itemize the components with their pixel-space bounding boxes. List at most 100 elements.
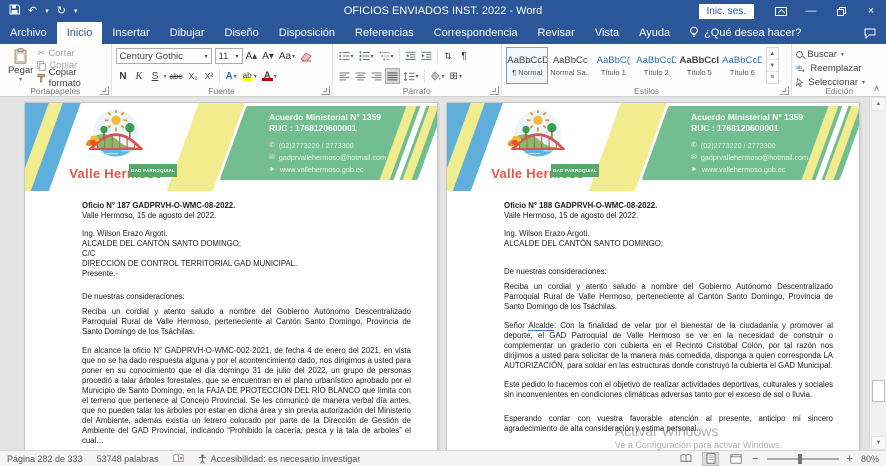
lightbulb-icon [689, 26, 699, 41]
font-color-button[interactable]: A ▾ [260, 68, 279, 84]
superscript-button[interactable]: X² [201, 68, 216, 84]
justify-button[interactable] [385, 68, 400, 84]
proofing-book-icon [173, 454, 184, 463]
accessibility-status[interactable]: Accesibilidad: es necesario investigar [198, 454, 361, 464]
style-normal[interactable]: AaBbCcD ¶ Normal [506, 47, 548, 84]
addressee-line: Ing. Wilson Erazo Argoti. [504, 229, 833, 239]
tab-diseno[interactable]: Diseño [215, 22, 269, 44]
font-name-select[interactable]: Century Gothic ▾ [116, 48, 212, 64]
tab-vista[interactable]: Vista [585, 22, 629, 44]
show-marks-button[interactable]: ¶ [457, 48, 472, 64]
tab-archivo[interactable]: Archivo [0, 22, 57, 44]
tab-disposicion[interactable]: Disposición [269, 22, 345, 44]
change-case-button[interactable]: Aa▾ [277, 48, 297, 64]
styles-scroll-down-icon[interactable]: ▼ [767, 60, 778, 72]
minimize-button[interactable]: — [796, 0, 826, 22]
sign-in-button[interactable]: Inic. ses. [699, 4, 754, 19]
close-button[interactable]: × [856, 0, 886, 22]
scroll-down-icon[interactable]: ▼ [871, 436, 886, 450]
paragraph: Señor Alcalde: Con la finalidad de velar… [504, 321, 833, 371]
style-titulo-6[interactable]: AaBbCcDc Título 6 [721, 47, 763, 84]
styles-scroll-up-icon[interactable]: ▲ [767, 48, 778, 60]
page-number-indicator[interactable]: Página 282 de 333 [7, 454, 83, 464]
web-line: www.vallehermoso.gob.ec [702, 165, 786, 176]
document-page-2[interactable]: Acuerdo Ministerial N° 1359 RUC : 176812… [447, 103, 859, 450]
bullet-list-button[interactable]: ▾ [337, 48, 356, 64]
redo-icon[interactable]: ↻ [57, 6, 66, 17]
comment-icon [864, 28, 876, 39]
replace-button[interactable]: ab Reemplazar [796, 61, 882, 75]
font-size-select[interactable]: 11 ▾ [215, 48, 243, 64]
style-titulo-1[interactable]: AaBbC( Título 1 [592, 47, 634, 84]
styles-dialog-launcher[interactable] [780, 86, 789, 95]
multilevel-list-button[interactable]: ▾ [377, 48, 396, 64]
format-painter-button[interactable]: Copiar formato [37, 72, 106, 84]
underline-button[interactable]: S [148, 68, 163, 84]
restore-button[interactable] [826, 0, 856, 22]
tab-insertar[interactable]: Insertar [102, 22, 159, 44]
read-mode-button[interactable] [677, 452, 694, 466]
zoom-in-button[interactable]: + [847, 453, 853, 465]
scrollbar-thumb[interactable] [872, 380, 885, 402]
addressee-line: Ing. Wilson Erazo Argoti. [82, 229, 411, 239]
decrease-indent-button[interactable] [403, 48, 418, 64]
word-count-indicator[interactable]: 53748 palabras [97, 454, 159, 464]
proofing-status[interactable] [173, 454, 184, 463]
clear-formatting-button[interactable] [298, 48, 314, 64]
align-left-button[interactable] [337, 68, 352, 84]
scroll-up-icon[interactable]: ▲ [871, 97, 886, 111]
document-page-1[interactable]: Acuerdo Ministerial N° 1359 RUC : 176812… [25, 103, 437, 450]
tab-correspondencia[interactable]: Correspondencia [424, 22, 528, 44]
cut-button[interactable]: ✂ Cortar [37, 48, 106, 59]
customize-qat-caret-icon[interactable]: ▾ [74, 8, 78, 15]
bold-button[interactable]: N [116, 68, 131, 84]
clipboard-dialog-launcher[interactable] [100, 86, 109, 95]
tab-inicio[interactable]: Inicio [57, 22, 103, 44]
shading-button[interactable]: ▾ [428, 68, 447, 84]
font-size-value: 11 [219, 51, 229, 62]
tab-dibujar[interactable]: Dibujar [160, 22, 215, 44]
print-layout-button[interactable] [702, 452, 719, 466]
style-titulo-5[interactable]: AaBbCcI Título 5 [678, 47, 720, 84]
underline-caret-icon[interactable]: ▾ [164, 73, 167, 80]
sort-button[interactable]: ⇅ [441, 48, 456, 64]
paragraph: Reciba un cordial y atento saludo a nomb… [504, 282, 833, 312]
tell-me-box[interactable]: ¿Qué desea hacer? [680, 22, 810, 44]
italic-button[interactable]: K [132, 68, 147, 84]
tab-ayuda[interactable]: Ayuda [629, 22, 680, 44]
find-button[interactable]: Buscar ▾ [796, 47, 882, 61]
highlight-button[interactable]: ab ▾ [240, 68, 259, 84]
web-layout-button[interactable] [727, 452, 744, 466]
align-right-button[interactable] [369, 68, 384, 84]
style-normal-sa[interactable]: AaBbCc Normal Sa... [549, 47, 591, 84]
tab-revisar[interactable]: Revisar [528, 22, 585, 44]
zoom-out-button[interactable]: − [752, 453, 758, 465]
feedback-button[interactable] [854, 22, 886, 44]
zoom-level[interactable]: 80% [861, 454, 879, 464]
number-list-button[interactable]: ▾ [357, 48, 376, 64]
style-titulo-2[interactable]: AaBbCcD Título 2 [635, 47, 677, 84]
ribbon-display-options-button[interactable] [766, 0, 796, 22]
line-spacing-caret-icon: ▾ [416, 73, 419, 80]
tab-referencias[interactable]: Referencias [345, 22, 424, 44]
save-icon[interactable] [9, 4, 20, 18]
paste-button[interactable]: Pegar ▾ [4, 47, 37, 83]
grow-font-button[interactable]: A▴ [244, 48, 260, 64]
borders-button[interactable]: ⊞▾ [448, 68, 464, 84]
strikethrough-button[interactable]: abc [168, 68, 185, 84]
styles-gallery-more-icon[interactable]: ≡ [767, 72, 778, 83]
subscript-button[interactable]: X₂ [185, 68, 200, 84]
paragraph-dialog-launcher[interactable] [490, 86, 499, 95]
text-effects-button[interactable]: A▾ [223, 68, 238, 84]
shrink-font-button[interactable]: A▾ [260, 48, 276, 64]
line-spacing-button[interactable]: ▾ [401, 68, 421, 84]
undo-icon[interactable]: ↶ [28, 6, 37, 17]
undo-caret-icon[interactable]: ▾ [45, 8, 49, 15]
zoom-slider-thumb[interactable] [798, 454, 802, 464]
align-center-button[interactable] [353, 68, 368, 84]
increase-indent-button[interactable] [419, 48, 434, 64]
zoom-slider[interactable] [767, 458, 839, 460]
vertical-scrollbar[interactable]: ▲ ▼ [869, 97, 886, 450]
font-dialog-launcher[interactable] [321, 86, 330, 95]
collapse-ribbon-icon[interactable]: ∧ [873, 83, 880, 94]
